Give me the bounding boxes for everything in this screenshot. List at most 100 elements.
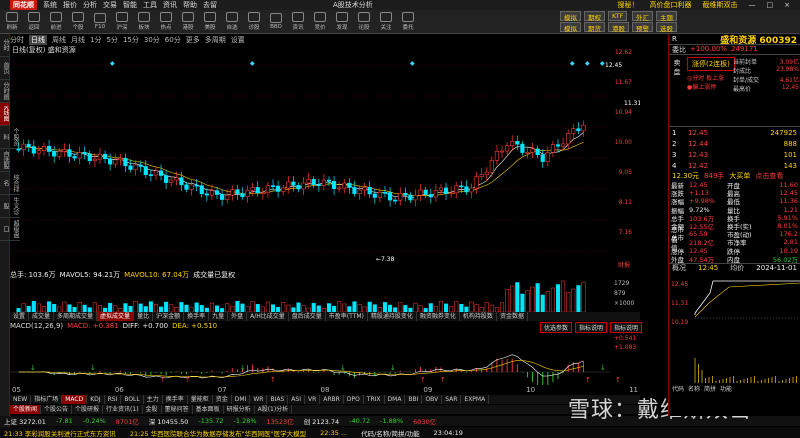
- toolbar-item-2[interactable]: 前进: [46, 12, 66, 31]
- tabs1-1[interactable]: 成交量: [29, 312, 55, 321]
- promo-link-2[interactable]: 高价盘口利器: [650, 0, 692, 10]
- left-tab-2[interactable]: 分时图: [0, 80, 10, 103]
- bottabs-7[interactable]: 研报分析: [224, 405, 255, 414]
- toolbar-item-8[interactable]: 港股: [178, 12, 198, 31]
- toolbar-item-17[interactable]: 关注: [376, 12, 396, 31]
- toolbar-right-button-8[interactable]: 预警: [632, 22, 653, 33]
- indtabs-20[interactable]: OBV: [422, 395, 443, 404]
- indtabs-12[interactable]: BIAS: [267, 395, 289, 404]
- summary-link[interactable]: 点击查看: [755, 171, 783, 181]
- bottom-tab-3[interactable]: 功能: [720, 384, 732, 393]
- left-tab-5[interactable]: 自选股: [0, 149, 10, 172]
- mini-intraday[interactable]: 12.45 11.31 10.19 代码 名称 简拼 功能: [669, 273, 800, 393]
- indtabs-10[interactable]: DMI: [232, 395, 251, 404]
- indtabs-4[interactable]: RSI: [105, 395, 122, 404]
- bottabs-1[interactable]: 个股公告: [41, 405, 73, 414]
- indtabs-15[interactable]: ARBR: [320, 395, 344, 404]
- menu-item-system[interactable]: 系统: [43, 0, 57, 10]
- bottabs-5[interactable]: 董秘问答: [162, 405, 193, 414]
- toolbar-right-button-7[interactable]: 港股: [608, 22, 629, 33]
- tabs1-4[interactable]: 量比: [134, 312, 154, 321]
- toolbar-right-button-6[interactable]: 期货: [584, 22, 605, 33]
- macd-chart[interactable]: ↓ ↓ ↑ ↑ ↓ ↑ ↓ ↓ ↑ ↑ ↑ ↓ ↑: [10, 330, 640, 385]
- tabs1-10[interactable]: 盘后成交量: [289, 312, 326, 321]
- period-0[interactable]: 分时: [10, 35, 24, 45]
- toolbar-item-13[interactable]: 资讯: [288, 12, 308, 31]
- tabs1-13[interactable]: 融资融券变化: [417, 312, 460, 321]
- maximize-button[interactable]: □: [767, 1, 774, 9]
- indtabs-17[interactable]: TRIX: [364, 395, 385, 404]
- toolbar-item-5[interactable]: 沪深: [112, 12, 132, 31]
- volume-chart[interactable]: [10, 279, 640, 312]
- tabs1-5[interactable]: 沪深金额: [153, 312, 185, 321]
- bottabs-2[interactable]: 个股研报: [72, 405, 104, 414]
- bottabs-6[interactable]: 基本面板: [193, 405, 224, 414]
- mini-tab-overview[interactable]: 概况: [672, 263, 686, 273]
- toolbar-item-12[interactable]: BBD: [266, 13, 286, 30]
- mini-intraday-chart[interactable]: [669, 273, 800, 383]
- indtabs-21[interactable]: SAR: [442, 395, 462, 404]
- period-7[interactable]: 30分: [144, 35, 160, 45]
- bottabs-0[interactable]: 个股新闻: [10, 405, 42, 414]
- menu-item-trade[interactable]: 交易: [103, 0, 117, 10]
- toolbar-item-11[interactable]: 诊股: [244, 12, 264, 31]
- menu-item-smart[interactable]: 智能: [123, 0, 137, 10]
- toolbar-item-14[interactable]: 竞价: [310, 12, 330, 31]
- indtabs-6[interactable]: 主力: [144, 395, 163, 404]
- period-10[interactable]: 多周期: [205, 35, 226, 45]
- toolbar-item-9[interactable]: 美股: [200, 12, 220, 31]
- indtabs-8[interactable]: 量能柜: [188, 395, 213, 404]
- indtabs-22[interactable]: EXPMA: [461, 395, 490, 404]
- left-tab-1[interactable]: 首页: [0, 57, 10, 80]
- tabs1-14[interactable]: 机构持股数: [460, 312, 497, 321]
- tabs1-2[interactable]: 多周期成交量: [54, 312, 98, 321]
- toolbar-item-18[interactable]: 委托: [398, 12, 418, 31]
- minimize-button[interactable]: —: [749, 1, 756, 9]
- indtabs-19[interactable]: BBI: [405, 395, 423, 404]
- bottom-tab-1[interactable]: 名称: [688, 384, 700, 393]
- tabs1-6[interactable]: 换手率: [184, 312, 210, 321]
- toolbar-item-0[interactable]: 刷新: [2, 12, 22, 31]
- toolbar-right-button-2[interactable]: KTF: [608, 11, 628, 21]
- tabs1-7[interactable]: 九量: [209, 312, 229, 321]
- toolbar-item-4[interactable]: F10: [90, 13, 110, 30]
- toolbar-item-15[interactable]: 发现: [332, 12, 352, 31]
- news-item-1[interactable]: 21:25 华西医院联合华为数据存储发布"华西网医"医学大模型: [130, 428, 306, 438]
- indtabs-13[interactable]: ASI: [288, 395, 305, 404]
- indtabs-18[interactable]: DMA: [385, 395, 406, 404]
- bottabs-8[interactable]: A股(1)分析: [255, 405, 293, 414]
- promo-link-3[interactable]: 截维斯双击: [703, 0, 738, 10]
- menu-item-analysis[interactable]: 分析: [83, 0, 97, 10]
- period-1[interactable]: 日线: [29, 35, 47, 45]
- menu-item-tools[interactable]: 工具: [143, 0, 157, 10]
- toolbar-right-button-5[interactable]: 模拟: [560, 22, 581, 33]
- promo-link-1[interactable]: 搜秘！: [618, 0, 639, 10]
- period-6[interactable]: 15分: [123, 35, 139, 45]
- indtabs-0[interactable]: NEW: [10, 395, 32, 404]
- menu-item-news[interactable]: 资讯: [163, 0, 177, 10]
- indtabs-11[interactable]: WR: [250, 395, 268, 404]
- indtabs-14[interactable]: VR: [305, 395, 321, 404]
- toolbar-right-button-3[interactable]: 外汇: [632, 11, 653, 22]
- indtabs-7[interactable]: 换手率: [163, 395, 188, 404]
- indtabs-5[interactable]: BOLL: [121, 395, 144, 404]
- bottabs-3[interactable]: 行业资讯(1): [103, 405, 143, 414]
- tabs1-3[interactable]: 虚拟成交量: [97, 312, 135, 321]
- menu-item-quote[interactable]: 报价: [63, 0, 77, 10]
- period-4[interactable]: 1分: [90, 35, 101, 45]
- period-2[interactable]: 周线: [52, 35, 66, 45]
- menu-item-extra[interactable]: 去留: [203, 0, 217, 10]
- tabs1-15[interactable]: 资金数据: [497, 312, 528, 321]
- bottabs-4[interactable]: 金股: [143, 405, 162, 414]
- period-3[interactable]: 月线: [71, 35, 85, 45]
- toolbar-right-button-9[interactable]: 选股: [656, 22, 677, 33]
- indtabs-2[interactable]: MACD: [62, 395, 88, 404]
- toolbar-item-16[interactable]: 论股: [354, 12, 374, 31]
- toolbar-right-button-0[interactable]: 模拟: [560, 11, 581, 22]
- bottom-tab-2[interactable]: 简拼: [704, 384, 716, 393]
- indtabs-1[interactable]: 指标广场: [31, 395, 63, 404]
- left-tab-3[interactable]: K线图: [0, 103, 10, 126]
- left-tab-0[interactable]: 分时: [0, 34, 10, 57]
- menu-item-help[interactable]: 帮助: [183, 0, 197, 10]
- tabs1-9[interactable]: A/H比成交量: [247, 312, 289, 321]
